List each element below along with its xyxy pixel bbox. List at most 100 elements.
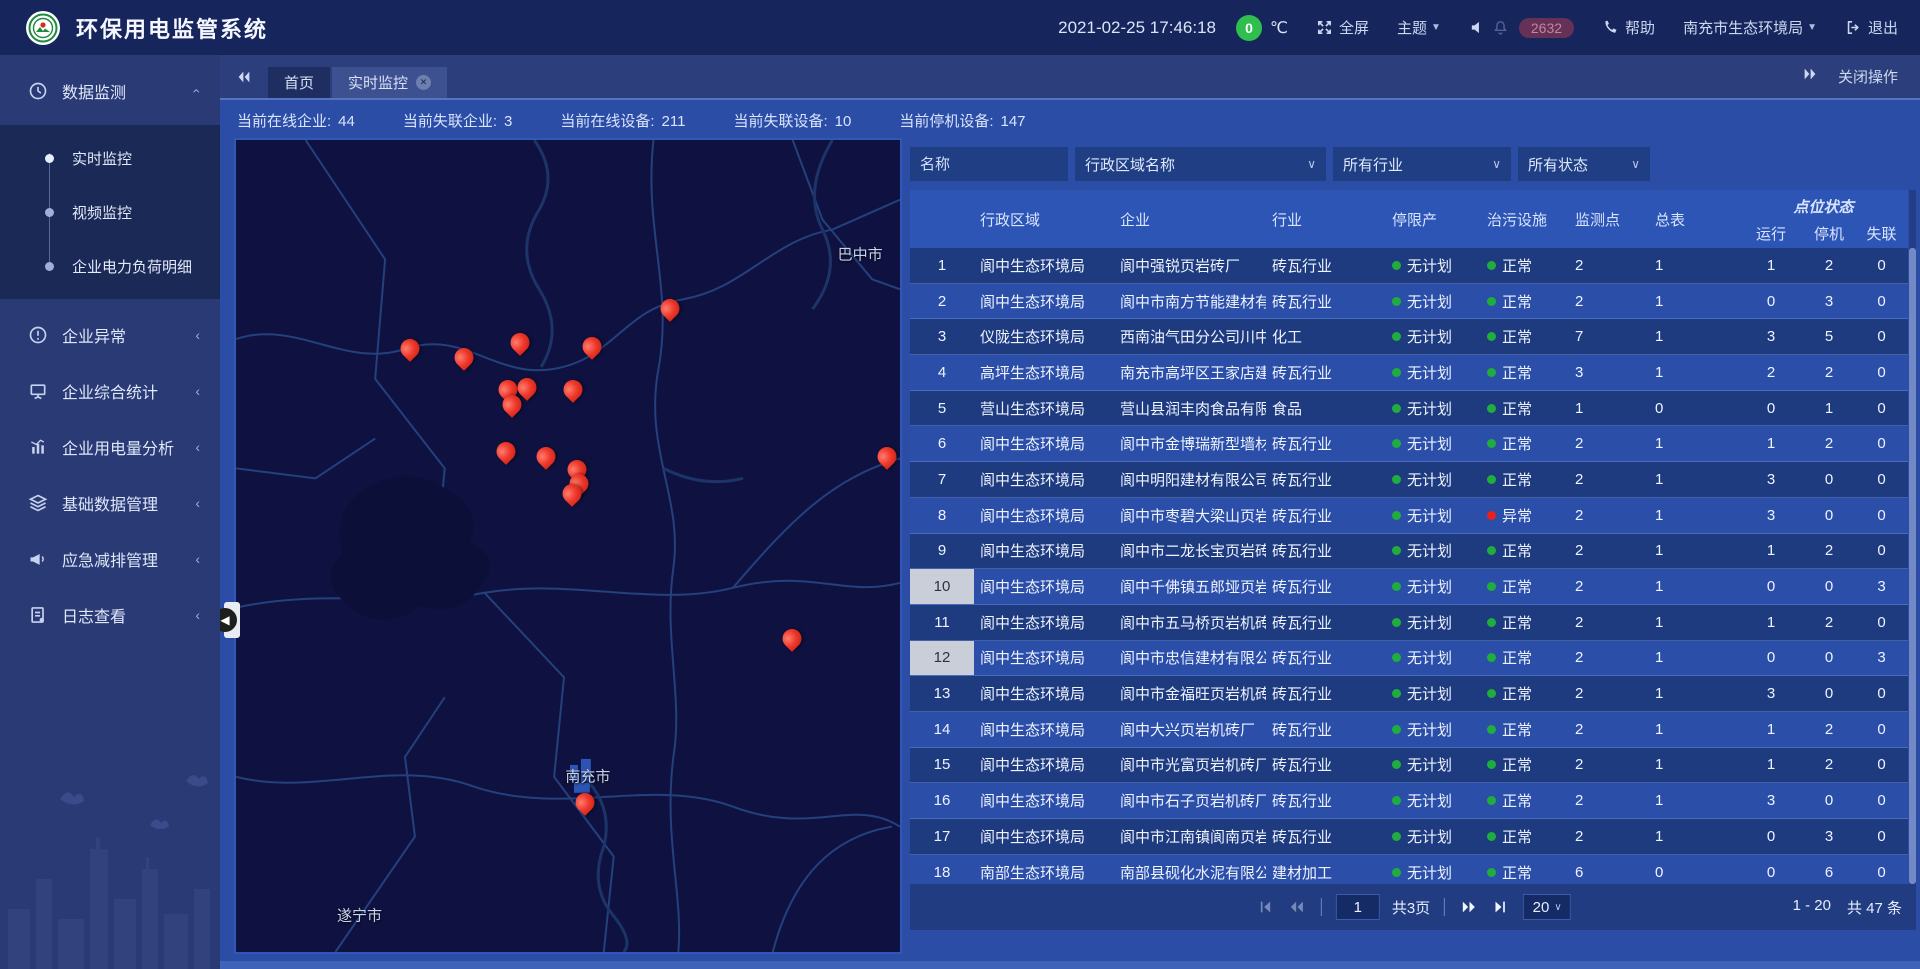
- table-header: 行政区域 企业 行业 停限产 治污设施 监测点 总表 点位状态 运行 停机 失联: [910, 190, 1908, 248]
- cell-stop-plan: 无计划: [1386, 641, 1481, 676]
- org-dropdown[interactable]: 南充市生态环境局 ▼: [1683, 17, 1817, 38]
- table-row[interactable]: 15阆中生态环境局阆中市光富页岩机砖厂砖瓦行业无计划正常21120: [910, 748, 1908, 784]
- table-row[interactable]: 5营山生态环境局营山县润丰肉食品有限食品无计划正常10010: [910, 391, 1908, 427]
- tab-首页[interactable]: 首页: [268, 67, 330, 98]
- cell-stop-plan: 无计划: [1386, 391, 1481, 426]
- tab-label: 实时监控: [348, 72, 408, 93]
- map-panel[interactable]: 巴中市南充市遂宁市: [234, 138, 902, 954]
- table-scrollbar[interactable]: [1909, 190, 1916, 884]
- table-row[interactable]: 18南部生态环境局南部县砚化水泥有限公建材加工无计划正常60060: [910, 855, 1908, 884]
- sidebar-subitem[interactable]: 企业电力负荷明细: [0, 239, 220, 293]
- prev-page-button[interactable]: [1287, 897, 1307, 917]
- theme-dropdown[interactable]: 主题 ▼: [1397, 17, 1441, 38]
- tab-实时监控[interactable]: 实时监控 ✕: [332, 67, 447, 98]
- table-row[interactable]: 14阆中生态环境局阆中大兴页岩机砖厂砖瓦行业无计划正常21120: [910, 712, 1908, 748]
- tabs-scroll-right-button[interactable]: [1802, 66, 1818, 87]
- sidebar-item[interactable]: 数据监测‹: [0, 71, 220, 111]
- sidebar-item[interactable]: 基础数据管理‹: [0, 483, 220, 523]
- cell-monitor-count: 2: [1569, 462, 1649, 497]
- status-filter-select[interactable]: 所有状态 ∨: [1518, 147, 1650, 181]
- main-content: 首页实时监控 ✕ 关闭操作 当前在线企业:44当前失联企业:3当前在线设备:211…: [220, 55, 1920, 969]
- next-page-icon: [1461, 899, 1477, 915]
- industry-filter-select[interactable]: 所有行业 ∨: [1333, 147, 1511, 181]
- cell-run-count: 1: [1739, 605, 1803, 640]
- workspace: 巴中市南充市遂宁市 ◀ 行政区域名称 ∨ 所有行业 ∨: [220, 138, 1920, 969]
- cell-facility-status: 正常: [1481, 641, 1569, 676]
- table-row[interactable]: 3仪陇生态环境局西南油气田分公司川中化工无计划正常71350: [910, 319, 1908, 355]
- table-row[interactable]: 1阆中生态环境局阆中强锐页岩砖厂砖瓦行业无计划正常21120: [910, 248, 1908, 284]
- first-page-button[interactable]: [1255, 897, 1275, 917]
- status-dot: [1487, 725, 1496, 734]
- sidebar-item[interactable]: 企业用电量分析‹: [0, 427, 220, 467]
- close-operations-button[interactable]: 关闭操作: [1838, 66, 1898, 87]
- table-row[interactable]: 10阆中生态环境局阆中千佛镇五郎垭页岩砖瓦行业无计划正常21003: [910, 569, 1908, 605]
- table-row[interactable]: 16阆中生态环境局阆中市石子页岩机砖厂砖瓦行业无计划正常21300: [910, 783, 1908, 819]
- table-row[interactable]: 6阆中生态环境局阆中市金博瑞新型墙材砖瓦行业无计划正常21120: [910, 426, 1908, 462]
- table-row[interactable]: 12阆中生态环境局阆中市忠信建材有限公砖瓦行业无计划正常21003: [910, 641, 1908, 677]
- notification-count-badge: 2632: [1519, 18, 1574, 38]
- layers-icon: [28, 493, 48, 513]
- sidebar-collapse-button[interactable]: ◀: [224, 602, 240, 638]
- help-button[interactable]: 帮助: [1602, 17, 1655, 38]
- status-dot: [1392, 832, 1401, 841]
- cell-meter-count: 1: [1649, 676, 1739, 711]
- tabbar-right: 关闭操作: [1802, 66, 1898, 87]
- cell-monitor-count: 2: [1569, 641, 1649, 676]
- logout-button[interactable]: 退出: [1845, 17, 1898, 38]
- cell-run-count: 3: [1739, 498, 1803, 533]
- table-row[interactable]: 13阆中生态环境局阆中市金福旺页岩机砖砖瓦行业无计划正常21300: [910, 676, 1908, 712]
- cell-index: 9: [910, 534, 974, 569]
- fullscreen-button[interactable]: 全屏: [1316, 17, 1369, 38]
- page-size-select[interactable]: 20 ∨: [1523, 894, 1571, 920]
- col-company: 企业: [1114, 190, 1266, 248]
- region-filter-select[interactable]: 行政区域名称 ∨: [1075, 147, 1326, 181]
- tab-close-icon[interactable]: ✕: [416, 75, 431, 90]
- top-header: 环保用电监管系统 2021-02-25 17:46:18 0 ℃ 全屏 主题 ▼: [0, 0, 1920, 55]
- table-row[interactable]: 11阆中生态环境局阆中市五马桥页岩机砖砖瓦行业无计划正常21120: [910, 605, 1908, 641]
- sidebar-subitem[interactable]: 视频监控: [0, 185, 220, 239]
- cell-district: 阆中生态环境局: [974, 462, 1114, 497]
- notifications[interactable]: 2632: [1492, 18, 1574, 38]
- table-row[interactable]: 2阆中生态环境局阆中市南方节能建材有砖瓦行业无计划正常21030: [910, 284, 1908, 320]
- sidebar-item[interactable]: 企业异常‹: [0, 315, 220, 355]
- cell-index: 18: [910, 855, 974, 884]
- name-filter-input[interactable]: [910, 147, 1068, 181]
- sidebar-subitem[interactable]: 实时监控: [0, 131, 220, 185]
- cell-stop-plan: 无计划: [1386, 569, 1481, 604]
- stats-bar: 当前在线企业:44当前失联企业:3当前在线设备:211当前失联设备:10当前停机…: [220, 102, 1920, 138]
- table-row[interactable]: 7阆中生态环境局阆中明阳建材有限公司砖瓦行业无计划正常21300: [910, 462, 1908, 498]
- sidebar-item[interactable]: 应急减排管理‹: [0, 539, 220, 579]
- table-row[interactable]: 8阆中生态环境局阆中市枣碧大梁山页岩砖瓦行业无计划异常21300: [910, 498, 1908, 534]
- col-group-point-status: 点位状态: [1739, 190, 1908, 219]
- cell-district: 阆中生态环境局: [974, 605, 1114, 640]
- sidebar-item[interactable]: 企业综合统计‹: [0, 371, 220, 411]
- page-number-input[interactable]: [1336, 894, 1380, 920]
- cell-lost-count: 0: [1855, 783, 1908, 818]
- range-label: 1 - 20: [1793, 897, 1831, 918]
- alert-icon: [28, 325, 48, 345]
- tabs-scroll-left-button[interactable]: [236, 69, 252, 85]
- cell-facility-status: 正常: [1481, 748, 1569, 783]
- cell-company: 阆中市光富页岩机砖厂: [1114, 748, 1266, 783]
- table-row[interactable]: 17阆中生态环境局阆中市江南镇阆南页岩砖瓦行业无计划正常21030: [910, 819, 1908, 855]
- mute-button[interactable]: [1469, 19, 1492, 36]
- status-dot: [1487, 511, 1496, 520]
- table-row[interactable]: 4高坪生态环境局南充市高坪区王家店建砖瓦行业无计划正常31220: [910, 355, 1908, 391]
- last-page-button[interactable]: [1491, 897, 1511, 917]
- phone-icon: [1602, 19, 1619, 36]
- cell-halt-count: 2: [1803, 248, 1855, 283]
- cell-facility-status: 异常: [1481, 498, 1569, 533]
- cell-meter-count: 1: [1649, 712, 1739, 747]
- cell-district: 南部生态环境局: [974, 855, 1114, 884]
- col-industry: 行业: [1266, 190, 1386, 248]
- cell-district: 阆中生态环境局: [974, 748, 1114, 783]
- stat-label: 当前在线设备:: [560, 113, 654, 130]
- sidebar-subitem-label: 企业电力负荷明细: [72, 256, 192, 277]
- sidebar-item[interactable]: 日志查看‹: [0, 595, 220, 635]
- cell-company: 阆中市石子页岩机砖厂: [1114, 783, 1266, 818]
- status-dot: [1392, 368, 1401, 377]
- cell-industry: 食品: [1266, 391, 1386, 426]
- table-row[interactable]: 9阆中生态环境局阆中市二龙长宝页岩砖砖瓦行业无计划正常21120: [910, 534, 1908, 570]
- next-page-button[interactable]: [1459, 897, 1479, 917]
- cell-company: 南部县砚化水泥有限公: [1114, 855, 1266, 884]
